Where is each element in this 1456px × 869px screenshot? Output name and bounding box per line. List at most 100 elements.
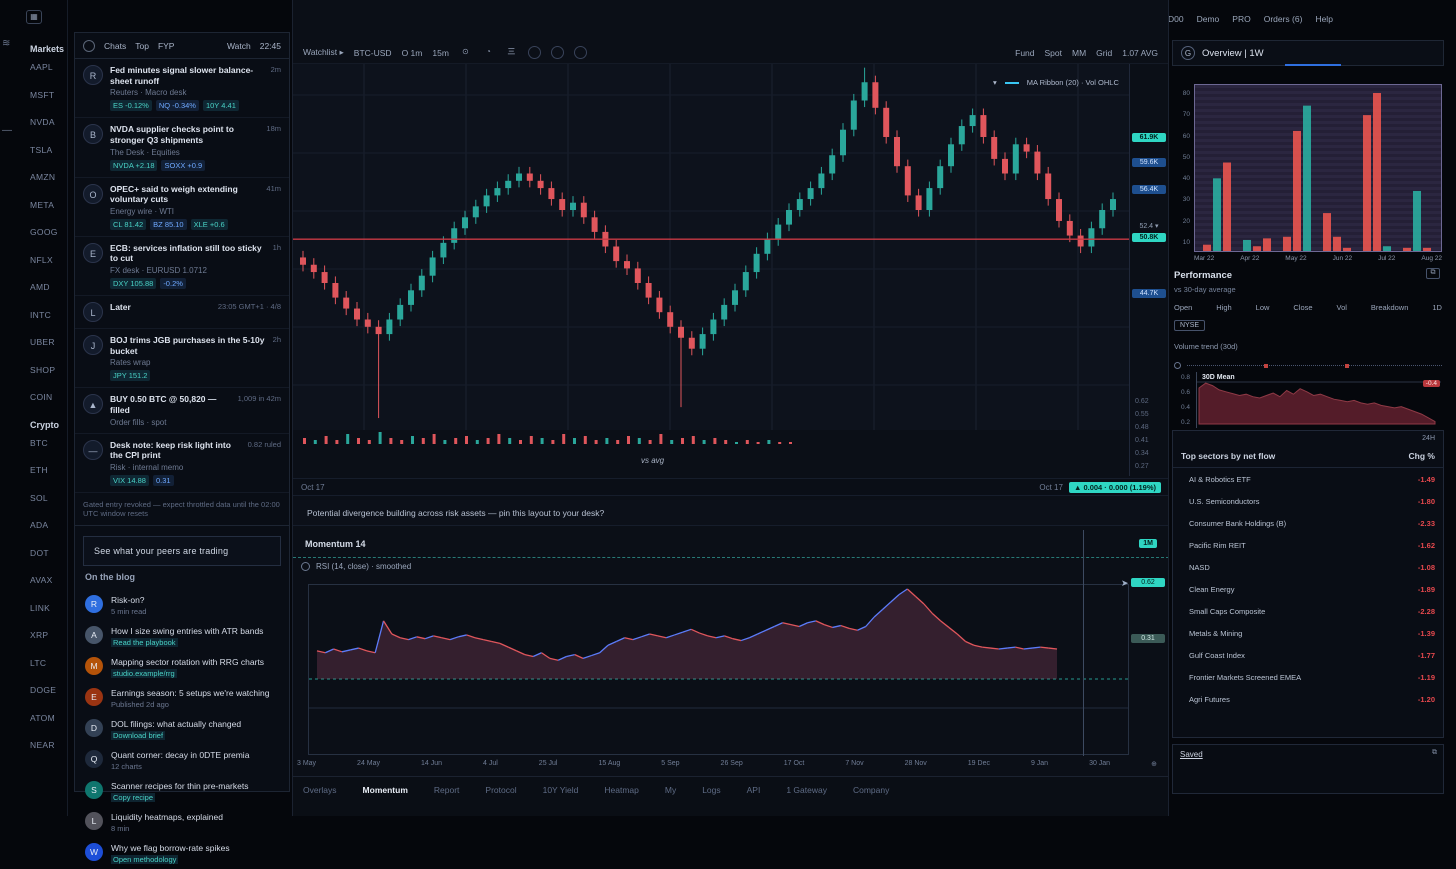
ticker-chip[interactable]: ES -0.12% bbox=[110, 100, 152, 111]
price-axis[interactable]: 61.9K59.6K56.4K52.4 ▾50.8K44.7K0.620.550… bbox=[1129, 64, 1169, 476]
rail-ticker[interactable]: META bbox=[30, 200, 67, 210]
news-item[interactable]: RFed minutes signal slower balance-sheet… bbox=[75, 59, 289, 118]
layers-icon[interactable]: ㆔ bbox=[505, 46, 518, 59]
community-item[interactable]: QQuant corner: decay in 0DTE premia12 ch… bbox=[75, 745, 289, 776]
rail-ticker[interactable]: BTC bbox=[30, 438, 67, 448]
toolbar-right-item[interactable]: Fund bbox=[1015, 48, 1034, 58]
community-link[interactable]: Open methodology bbox=[111, 855, 178, 864]
global-menu-item[interactable]: Orders (6) bbox=[1264, 14, 1303, 24]
bar-chart[interactable] bbox=[1194, 84, 1442, 252]
ticker-chip[interactable]: JPY 151.2 bbox=[110, 370, 150, 381]
bottom-bar-item[interactable]: Momentum bbox=[363, 785, 408, 795]
community-item[interactable]: DDOL filings: what actually changedDownl… bbox=[75, 714, 289, 745]
right-panel-header[interactable]: G Overview | 1W bbox=[1172, 40, 1444, 66]
rail-ticker[interactable]: NEAR bbox=[30, 740, 67, 750]
table-row[interactable]: Clean Energy-1.89 bbox=[1173, 578, 1443, 600]
rail-ticker[interactable]: XRP bbox=[30, 630, 67, 640]
table-row[interactable]: U.S. Semiconductors-1.80 bbox=[1173, 490, 1443, 512]
global-menu-item[interactable]: Help bbox=[1315, 14, 1332, 24]
global-menu-item[interactable]: PRO bbox=[1232, 14, 1250, 24]
time-tick[interactable]: 25 Jul bbox=[539, 760, 558, 768]
table-row[interactable]: Small Caps Composite-2.28 bbox=[1173, 600, 1443, 622]
rail-ticker[interactable]: AMZN bbox=[30, 172, 67, 182]
waves-icon[interactable]: ≋ bbox=[2, 38, 20, 49]
table-row[interactable]: Metals & Mining-1.39 bbox=[1173, 622, 1443, 644]
performance-tab[interactable]: Open bbox=[1174, 303, 1192, 312]
rail-ticker[interactable]: LTC bbox=[30, 658, 67, 668]
community-item[interactable]: RRisk-on?5 min read bbox=[75, 590, 289, 621]
time-tick[interactable]: 17 Oct bbox=[784, 760, 805, 768]
time-tick[interactable]: 24 May bbox=[357, 760, 380, 768]
table-row[interactable]: NASD-1.08 bbox=[1173, 556, 1443, 578]
news-item[interactable]: JBOJ trims JGB purchases in the 5-10y bu… bbox=[75, 329, 289, 388]
news-item[interactable]: EECB: services inflation still too stick… bbox=[75, 237, 289, 296]
rail-ticker[interactable]: AVAX bbox=[30, 575, 67, 585]
community-item[interactable]: LLiquidity heatmaps, explained8 min bbox=[75, 807, 289, 838]
bottom-bar-item[interactable]: API bbox=[747, 785, 761, 795]
table-row[interactable]: Agri Futures-1.20 bbox=[1173, 688, 1443, 710]
ticker-chip[interactable]: 0.31 bbox=[153, 475, 174, 486]
toolbar-left-item[interactable]: BTC-USD bbox=[354, 48, 392, 58]
ticker-chip[interactable]: -0.2% bbox=[160, 278, 186, 289]
saved-panel[interactable]: Saved ⧉ bbox=[1172, 744, 1444, 794]
toolbar-right-item[interactable]: Spot bbox=[1045, 48, 1063, 58]
bottom-bar-item[interactable]: Heatmap bbox=[604, 785, 639, 795]
community-item[interactable]: MMapping sector rotation with RRG charts… bbox=[75, 652, 289, 683]
time-tick[interactable]: 15 Aug bbox=[598, 760, 620, 768]
tab-chats[interactable]: Chats bbox=[104, 41, 126, 51]
news-item[interactable]: OOPEC+ said to weigh extending voluntary… bbox=[75, 178, 289, 237]
community-link[interactable]: Copy recipe bbox=[111, 793, 155, 802]
rail-ticker[interactable]: ETH bbox=[30, 465, 67, 475]
exchange-chip[interactable]: NYSE bbox=[1174, 320, 1205, 331]
chevron-down-icon[interactable]: ▾ bbox=[993, 78, 997, 87]
table-row[interactable]: Gulf Coast Index-1.77 bbox=[1173, 644, 1443, 666]
community-link[interactable]: Download brief bbox=[111, 731, 165, 740]
avatar-icon[interactable] bbox=[83, 40, 95, 52]
performance-tab[interactable]: Low bbox=[1256, 303, 1270, 312]
circle-tool-icon[interactable] bbox=[551, 46, 564, 59]
oscillator-chart[interactable] bbox=[308, 584, 1129, 755]
bottom-bar-item[interactable]: Protocol bbox=[485, 785, 516, 795]
rail-ticker[interactable]: NFLX bbox=[30, 255, 67, 265]
calendar-icon[interactable]: ⊕ bbox=[1151, 760, 1157, 768]
expand-icon[interactable]: ⧉ bbox=[1426, 268, 1440, 279]
minus-icon[interactable]: — bbox=[2, 125, 20, 136]
global-menu-item[interactable]: Demo bbox=[1197, 14, 1220, 24]
community-item[interactable]: SScanner recipes for thin pre-marketsCop… bbox=[75, 776, 289, 807]
rail-ticker[interactable]: GOOG bbox=[30, 227, 67, 237]
circle-tool-icon[interactable] bbox=[574, 46, 587, 59]
toolbar-right-item[interactable]: 1.07 AVG bbox=[1122, 48, 1158, 58]
community-item[interactable]: EEarnings season: 5 setups we're watchin… bbox=[75, 683, 289, 714]
performance-tab[interactable]: 1D bbox=[1432, 303, 1442, 312]
bottom-bar-item[interactable]: Overlays bbox=[303, 785, 337, 795]
rail-ticker[interactable]: DOGE bbox=[30, 685, 67, 695]
performance-tab[interactable]: Close bbox=[1293, 303, 1312, 312]
rail-ticker[interactable]: SHOP bbox=[30, 365, 67, 375]
ticker-chip[interactable]: SOXX +0.9 bbox=[161, 160, 205, 171]
tab-fyp[interactable]: FYP bbox=[158, 41, 175, 51]
camera-icon[interactable]: ⊙ bbox=[459, 46, 472, 59]
time-tick[interactable]: 4 Jul bbox=[483, 760, 498, 768]
global-menu-item[interactable]: D00 bbox=[1168, 14, 1184, 24]
rail-ticker[interactable]: LINK bbox=[30, 603, 67, 613]
community-link[interactable]: studio.example/rrg bbox=[111, 669, 177, 678]
ticker-chip[interactable]: DXY 105.88 bbox=[110, 278, 156, 289]
prompt-row[interactable]: Potential divergence building across ris… bbox=[293, 500, 1169, 526]
time-tick[interactable]: 19 Dec bbox=[968, 760, 990, 768]
table-row[interactable]: Frontier Markets Screened EMEA-1.19 bbox=[1173, 666, 1443, 688]
news-item[interactable]: ▲BUY 0.50 BTC @ 50,820 — filledOrder fil… bbox=[75, 388, 289, 433]
rail-ticker[interactable]: SOL bbox=[30, 493, 67, 503]
rail-ticker[interactable]: ATOM bbox=[30, 713, 67, 723]
news-item[interactable]: —Desk note: keep risk light into the CPI… bbox=[75, 434, 289, 493]
rail-ticker[interactable]: INTC bbox=[30, 310, 67, 320]
alarm-icon[interactable]: ◔ bbox=[482, 46, 495, 59]
toolbar-left-item[interactable]: 15m bbox=[432, 48, 449, 58]
rail-ticker[interactable]: TSLA bbox=[30, 145, 67, 155]
rail-ticker[interactable]: MSFT bbox=[30, 90, 67, 100]
time-tick[interactable]: 14 Jun bbox=[421, 760, 442, 768]
ticker-chip[interactable]: VIX 14.88 bbox=[110, 475, 149, 486]
rail-ticker[interactable]: DOT bbox=[30, 548, 67, 558]
bottom-bar-item[interactable]: Logs bbox=[702, 785, 720, 795]
time-tick[interactable]: 28 Nov bbox=[905, 760, 927, 768]
interval-chip[interactable]: 1M bbox=[1139, 539, 1157, 548]
